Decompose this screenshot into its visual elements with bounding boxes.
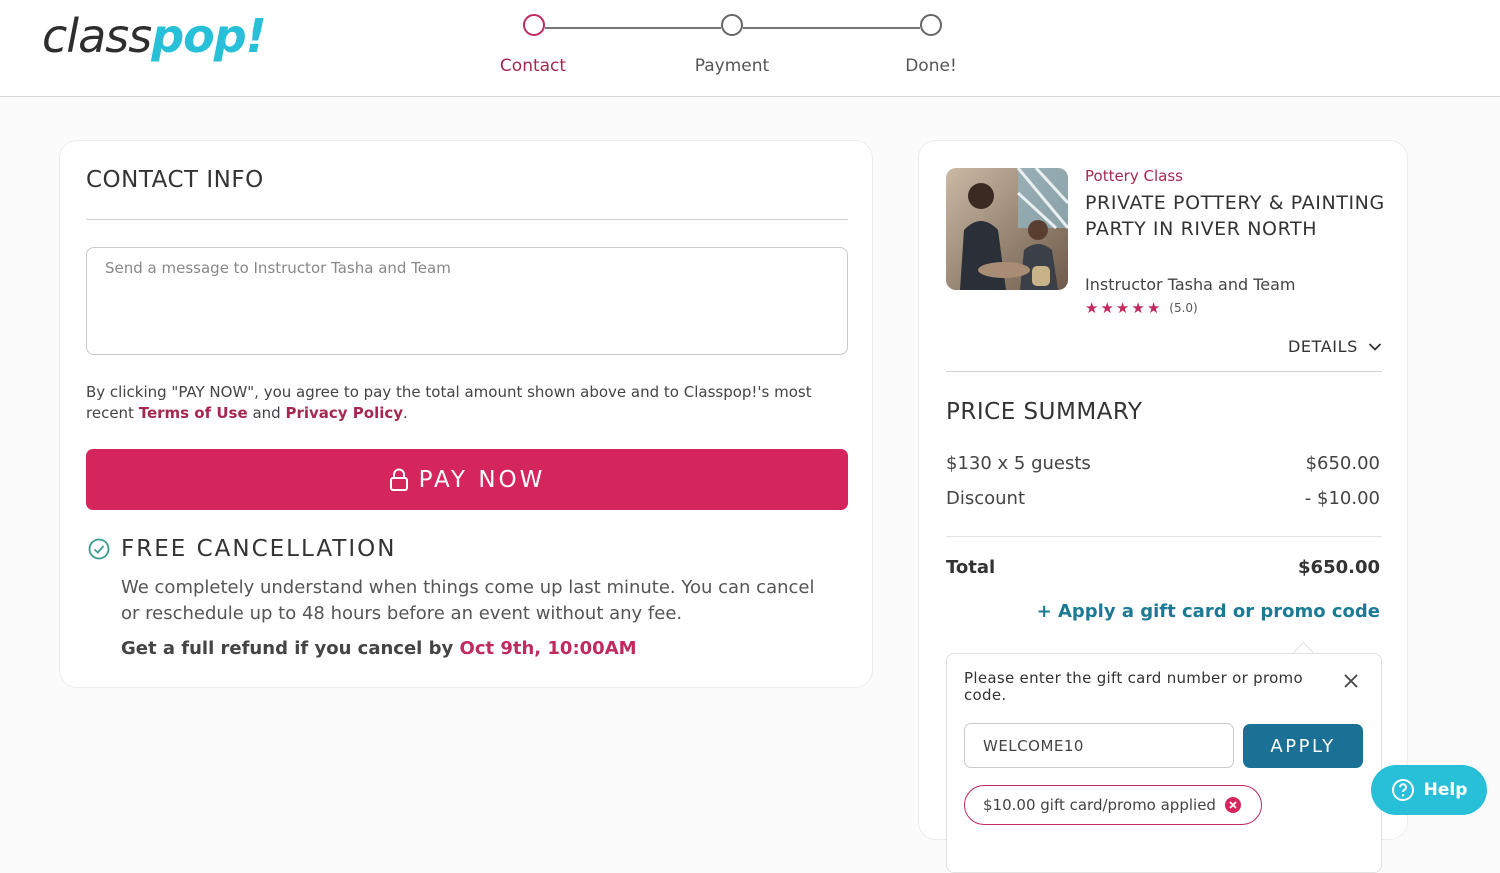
chevron-down-icon <box>1368 342 1382 351</box>
agree-and: and <box>252 404 281 422</box>
price-row-value: $650.00 <box>1305 453 1380 474</box>
star-icon: ★ <box>1100 299 1114 317</box>
star-icon: ★ <box>1146 299 1161 317</box>
star-icon: ★ <box>1131 299 1145 317</box>
divider <box>86 219 848 220</box>
agree-suffix: . <box>403 404 408 422</box>
star-icon: ★ <box>1085 299 1099 317</box>
total-value: $650.00 <box>1298 557 1380 578</box>
refund-date: Oct 9th, 10:00AM <box>459 638 637 659</box>
step-dot-done <box>920 14 942 36</box>
help-label: Help <box>1423 780 1468 800</box>
total-label: Total <box>946 557 996 578</box>
terms-of-use-link[interactable]: Terms of Use <box>139 404 248 422</box>
star-icon: ★ <box>1115 299 1130 317</box>
applied-promo-text: $10.00 gift card/promo applied <box>983 796 1216 814</box>
terms-agreement-text: By clicking "PAY NOW", you agree to pay … <box>86 382 846 424</box>
star-rating: ★ ★ ★ ★ ★ (5.0) <box>1085 299 1198 317</box>
free-cancellation-title: FREE CANCELLATION <box>121 536 397 562</box>
promo-code-input[interactable] <box>964 723 1234 768</box>
discount-label: Discount <box>946 488 1026 509</box>
contact-info-title: CONTACT INFO <box>86 167 264 193</box>
help-button[interactable]: Help <box>1371 765 1487 815</box>
step-label-done: Done! <box>905 56 957 76</box>
step-dot-contact <box>523 14 545 36</box>
free-cancellation-body: We completely understand when things com… <box>121 577 815 624</box>
promo-prompt: Please enter the gift card number or pro… <box>964 669 1303 704</box>
details-toggle[interactable]: DETAILS <box>1288 337 1382 356</box>
discount-value: - $10.00 <box>1304 488 1380 509</box>
checkout-stepper: Contact Payment Done! <box>0 0 1500 96</box>
top-header: classpop! Contact Payment Done! <box>0 0 1500 97</box>
step-label-contact: Contact <box>499 56 567 76</box>
message-input[interactable] <box>86 247 848 355</box>
step-dot-payment <box>721 14 743 36</box>
stepper-line <box>743 27 920 29</box>
class-thumbnail-image[interactable] <box>946 168 1068 290</box>
divider <box>946 371 1382 372</box>
close-icon[interactable] <box>1343 673 1359 689</box>
rating-text: (5.0) <box>1169 301 1198 315</box>
check-circle-icon <box>88 538 110 560</box>
order-summary-card: Pottery Class PRIVATE POTTERY & PAINTING… <box>918 140 1408 873</box>
remove-promo-icon[interactable] <box>1224 797 1241 813</box>
promo-code-panel: Please enter the gift card number or pro… <box>946 653 1382 873</box>
stepper-line <box>545 27 721 29</box>
class-title: PRIVATE POTTERY & PAINTING PARTY IN RIVE… <box>1085 192 1385 240</box>
lock-icon <box>389 468 408 491</box>
refund-prefix: Get a full refund if you cancel by <box>121 638 454 659</box>
details-label: DETAILS <box>1288 337 1358 356</box>
refund-deadline: Get a full refund if you cancel by Oct 9… <box>121 638 637 659</box>
pay-now-label: PAY NOW <box>418 466 546 493</box>
step-label-payment: Payment <box>694 56 770 76</box>
contact-info-card: CONTACT INFO By clicking "PAY NOW", you … <box>59 140 873 688</box>
apply-promo-link[interactable]: + Apply a gift card or promo code <box>1037 601 1380 622</box>
apply-button[interactable]: APPLY <box>1243 724 1363 768</box>
class-category: Pottery Class <box>1085 167 1183 185</box>
pay-now-button[interactable]: PAY NOW <box>86 449 848 510</box>
class-instructor: Instructor Tasha and Team <box>1085 275 1296 294</box>
divider <box>946 536 1382 537</box>
question-circle-icon <box>1391 779 1414 801</box>
price-row-label: $130 x 5 guests <box>946 453 1091 474</box>
applied-promo-badge: $10.00 gift card/promo applied <box>964 785 1262 825</box>
price-summary-title: PRICE SUMMARY <box>946 399 1143 425</box>
privacy-policy-link[interactable]: Privacy Policy <box>285 404 403 422</box>
